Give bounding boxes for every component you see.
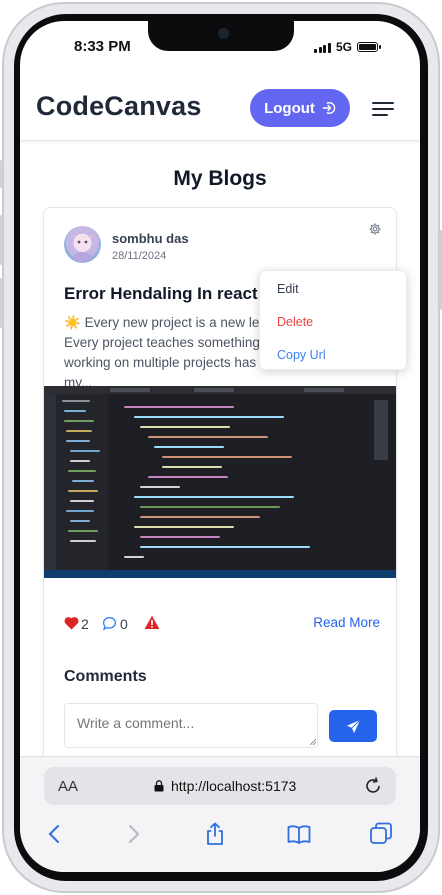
post-actions: 2 0 Read More: [64, 614, 380, 634]
url-display[interactable]: http://localhost:5173: [154, 778, 296, 794]
heart-icon[interactable]: [64, 616, 79, 630]
notch: [148, 21, 294, 51]
code-line: [124, 556, 144, 558]
image-tab: [194, 388, 234, 392]
comment-input[interactable]: [64, 703, 318, 748]
menu-item-copy-url[interactable]: Copy Url: [277, 348, 326, 362]
code-line: [134, 526, 234, 528]
code-line: [148, 476, 228, 478]
code-line: [162, 456, 292, 458]
book-icon: [287, 825, 311, 844]
chevron-right-icon: [129, 825, 140, 843]
logout-label: Logout: [264, 99, 315, 117]
lock-icon: [154, 780, 164, 792]
forward-button[interactable]: [120, 821, 146, 847]
code-line: [68, 470, 96, 472]
post-cover-image[interactable]: [44, 386, 396, 578]
page-title: My Blogs: [173, 167, 267, 190]
code-line: [70, 460, 90, 462]
post-date: 28/11/2024: [112, 250, 167, 262]
address-bar[interactable]: AA http://localhost:5173: [44, 767, 396, 805]
image-activity-bar: [44, 394, 56, 570]
comment-count: 0: [120, 616, 128, 632]
battery-icon: [357, 42, 381, 52]
gear-icon[interactable]: [368, 222, 382, 236]
tabs-icon: [370, 822, 392, 844]
status-time: 8:33 PM: [74, 38, 131, 55]
code-line: [70, 540, 96, 542]
share-icon: [207, 822, 223, 845]
network-label: 5G: [335, 40, 352, 54]
code-line: [70, 500, 94, 502]
sun-icon: ☀️: [64, 315, 81, 330]
logout-icon: [322, 102, 336, 114]
url-text: http://localhost:5173: [171, 778, 297, 794]
code-line: [68, 490, 98, 492]
send-comment-button[interactable]: [329, 710, 377, 742]
code-line: [162, 466, 222, 468]
comment-icon[interactable]: [102, 616, 117, 631]
code-line: [140, 506, 280, 508]
hamburger-menu-icon[interactable]: [372, 102, 394, 117]
read-more-link[interactable]: Read More: [313, 615, 380, 630]
status-icons: 5G: [314, 40, 381, 54]
code-line: [140, 546, 310, 548]
code-line: [134, 416, 284, 418]
code-line: [64, 410, 86, 412]
browser-toolbar: AA http://localhost:5173: [20, 756, 420, 872]
code-line: [64, 420, 94, 422]
code-line: [140, 536, 220, 538]
resize-grip-icon[interactable]: [310, 739, 316, 745]
minimap: [374, 400, 388, 460]
logout-button[interactable]: Logout: [250, 89, 350, 127]
brand-logo[interactable]: CodeCanvas: [36, 91, 202, 122]
image-tab: [110, 388, 150, 392]
post-options-menu: Edit Delete Copy Url: [259, 270, 407, 370]
volume-up-button: [0, 215, 3, 265]
code-line: [140, 486, 180, 488]
app-header: CodeCanvas Logout: [20, 75, 420, 141]
code-line: [124, 406, 234, 408]
menu-item-edit[interactable]: Edit: [277, 282, 299, 296]
code-line: [154, 446, 224, 448]
code-line: [68, 530, 98, 532]
paper-plane-icon: [346, 719, 360, 733]
code-line: [62, 400, 90, 402]
report-warning-icon[interactable]: [144, 615, 160, 630]
code-line: [134, 496, 294, 498]
code-line: [140, 516, 260, 518]
tabs-button[interactable]: [368, 821, 394, 847]
volume-down-button: [0, 278, 3, 328]
code-line: [148, 436, 268, 438]
menu-item-delete[interactable]: Delete: [277, 315, 313, 329]
browser-nav: [20, 821, 420, 849]
bookmarks-button[interactable]: [286, 821, 312, 847]
avatar[interactable]: [64, 226, 101, 263]
code-line: [72, 480, 94, 482]
code-line: [70, 450, 100, 452]
signal-icon: [314, 42, 331, 53]
comments-heading: Comments: [64, 668, 147, 685]
code-line: [66, 440, 90, 442]
front-camera: [218, 28, 229, 39]
like-count: 2: [81, 616, 89, 632]
code-line: [66, 430, 92, 432]
status-bar: 8:33 PM 5G: [20, 21, 420, 75]
reload-icon[interactable]: [364, 777, 382, 795]
share-button[interactable]: [202, 821, 228, 847]
screen: 8:33 PM 5G CodeCanvas Logout My Blogs so…: [20, 21, 420, 872]
blog-card: sombhu das 28/11/2024 Error Hendaling In…: [43, 207, 407, 787]
code-line: [66, 510, 94, 512]
author-name[interactable]: sombhu das: [112, 231, 189, 246]
code-line: [140, 426, 230, 428]
image-tab: [304, 388, 344, 392]
text-size-button[interactable]: AA: [58, 778, 78, 795]
side-button: [0, 160, 3, 188]
image-taskbar: [44, 570, 396, 578]
code-line: [70, 520, 90, 522]
back-button[interactable]: [42, 821, 68, 847]
chevron-left-icon: [48, 825, 59, 843]
